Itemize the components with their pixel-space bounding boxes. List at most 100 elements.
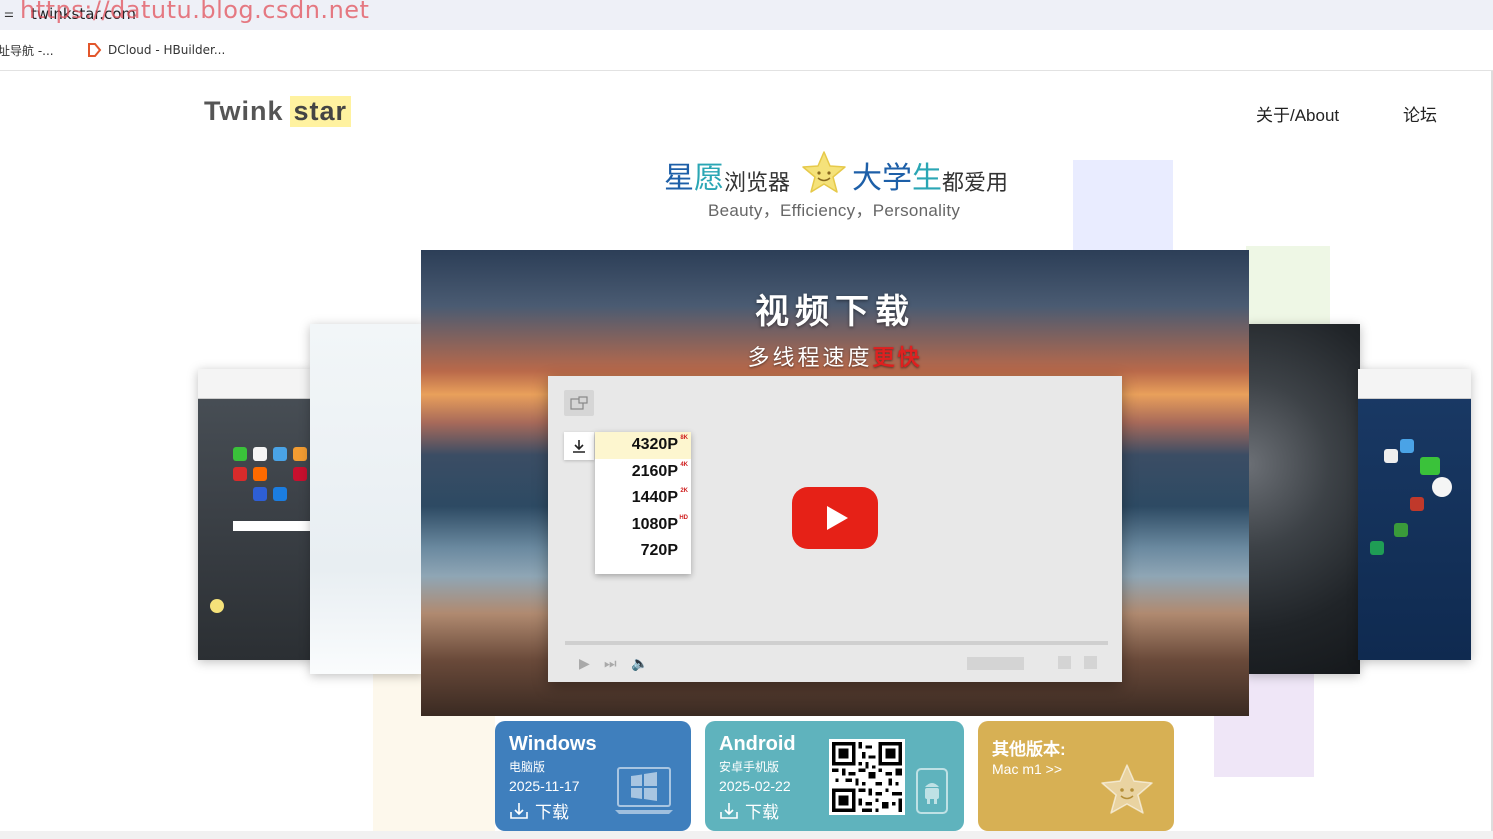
download-card-title: Windows bbox=[509, 733, 597, 755]
quality-option-2160p[interactable]: 2160P 4K bbox=[595, 459, 691, 486]
quality-tag: 8K bbox=[680, 435, 688, 441]
quality-option-1080p[interactable]: 1080P HD bbox=[595, 512, 691, 539]
slogan-subtitle: Beauty，Efficiency，Personality bbox=[708, 201, 961, 220]
download-icon bbox=[573, 440, 585, 453]
app-icon-amazon bbox=[1384, 449, 1398, 463]
youtube-play-icon[interactable] bbox=[792, 487, 878, 549]
star-mini-icon bbox=[210, 599, 224, 613]
slogan-char: 生 bbox=[912, 162, 943, 195]
video-player-mockup: 4320P 8K 2160P 4K 1440P 2K 1080P HD 720P bbox=[548, 376, 1122, 682]
hero-subtitle-text: 多线程速度 bbox=[747, 345, 873, 370]
logo-text-right: star bbox=[289, 96, 352, 127]
other-versions-card[interactable]: 其他版本: Mac m1 >> bbox=[978, 721, 1174, 831]
app-icon-red bbox=[1410, 497, 1424, 511]
quality-label: 4320P bbox=[631, 436, 678, 453]
slogan-char: 大 bbox=[852, 162, 883, 195]
next-icon[interactable]: ⏭ bbox=[604, 655, 617, 672]
quality-label: 720P bbox=[640, 542, 678, 560]
app-icon-taobao bbox=[253, 467, 267, 481]
slogan-char: 愿 bbox=[694, 162, 724, 195]
site-info-icon[interactable]: ⚌ bbox=[4, 7, 18, 21]
app-icon-iqiyi bbox=[1420, 457, 1440, 475]
quality-tag: 4K bbox=[680, 461, 688, 468]
download-label: 下载 bbox=[535, 803, 569, 822]
windows-download-card[interactable]: Windows 电脑版 2025-11-17 下载 bbox=[495, 721, 691, 831]
app-icon-douban bbox=[1370, 541, 1384, 555]
download-icon bbox=[720, 802, 738, 819]
download-card-date: 2025-02-22 bbox=[719, 778, 791, 794]
quality-option-720p[interactable]: 720P bbox=[595, 538, 691, 565]
dcloud-icon bbox=[88, 43, 102, 57]
star-mascot-icon bbox=[1101, 764, 1153, 814]
app-icon-tv bbox=[1400, 439, 1414, 453]
play-triangle bbox=[827, 506, 848, 530]
download-label: 下载 bbox=[745, 803, 779, 822]
bottom-strip bbox=[0, 831, 1493, 839]
app-icon-iqiyi bbox=[233, 447, 247, 461]
app-icon-zhihu bbox=[273, 487, 287, 501]
nav-about-link[interactable]: 关于/About bbox=[1256, 101, 1339, 126]
app-icon-tmall bbox=[233, 467, 247, 481]
carousel-card-right[interactable] bbox=[1246, 324, 1360, 674]
volume-icon[interactable]: 🔈 bbox=[631, 655, 648, 672]
fullscreen-button[interactable] bbox=[1084, 656, 1097, 669]
download-card-title: 其他版本: bbox=[992, 740, 1066, 759]
download-card-kind: 电脑版 bbox=[509, 760, 546, 774]
android-phone-icon bbox=[916, 768, 948, 814]
download-card-date: 2025-11-17 bbox=[509, 778, 580, 794]
hero-subtitle-emphasis: 更快 bbox=[872, 345, 923, 370]
card-search-box bbox=[233, 521, 313, 531]
hero-slide[interactable]: 视频下载 多线程速度更快 4320P 8K 2160P 4K 1440P 2K … bbox=[421, 250, 1249, 716]
bookmarks-bar: 址导航 -... DCloud - HBuilder... bbox=[0, 30, 1493, 71]
quality-tag: HD bbox=[679, 514, 688, 521]
hero-subtitle: 多线程速度更快 bbox=[421, 340, 1249, 372]
bookmark-item-nav[interactable]: 址导航 -... bbox=[0, 42, 54, 59]
address-bar[interactable]: ⚌ twinkstar.com bbox=[0, 0, 1493, 30]
bookmark-item-dcloud[interactable]: DCloud - HBuilder... bbox=[86, 42, 225, 58]
picture-in-picture-icon bbox=[570, 396, 588, 410]
qr-code bbox=[829, 739, 905, 815]
quality-option-1440p[interactable]: 1440P 2K bbox=[595, 485, 691, 512]
site-logo[interactable]: Twink star bbox=[204, 96, 352, 127]
quality-label: 1440P bbox=[631, 489, 678, 507]
mac-m1-link[interactable]: Mac m1 >> bbox=[992, 761, 1062, 777]
quality-label: 1080P bbox=[631, 515, 678, 533]
logo-text-left: Twink bbox=[204, 96, 284, 126]
app-icon-tv bbox=[273, 447, 287, 461]
time-display bbox=[967, 657, 1024, 670]
card-window-bar bbox=[198, 369, 313, 399]
video-progress-bar[interactable] bbox=[565, 641, 1108, 645]
app-icon-baidu bbox=[253, 487, 267, 501]
play-icon[interactable]: ▶ bbox=[579, 655, 590, 672]
settings-button[interactable] bbox=[1058, 656, 1071, 669]
android-download-card[interactable]: Android 安卓手机版 2025-02-22 下载 bbox=[705, 721, 964, 831]
star-mascot-icon bbox=[802, 151, 846, 193]
app-icon-jd bbox=[293, 467, 307, 481]
slogan: 星 愿 浏览器 大 学 生 都爱用 bbox=[664, 149, 1014, 197]
carousel-card-left[interactable] bbox=[310, 324, 425, 674]
app-icon-mango bbox=[293, 447, 307, 461]
nav-forum-link[interactable]: 论坛 bbox=[1403, 101, 1437, 126]
slogan-text: 浏览器 bbox=[724, 170, 791, 195]
quality-menu: 4320P 8K 2160P 4K 1440P 2K 1080P HD 720P bbox=[595, 432, 691, 574]
app-icon-play bbox=[1432, 477, 1452, 497]
quality-option-4320p[interactable]: 4320P 8K bbox=[595, 432, 691, 459]
hero-title: 视频下载 bbox=[755, 293, 915, 331]
address-url[interactable]: twinkstar.com bbox=[31, 5, 136, 23]
app-icon-play bbox=[253, 447, 267, 461]
app-icon-green bbox=[1394, 523, 1408, 537]
qr-code-icon bbox=[832, 742, 902, 812]
windows-download-button[interactable]: 下载 bbox=[509, 798, 569, 823]
carousel-card-far-right[interactable] bbox=[1358, 369, 1471, 660]
download-icon bbox=[510, 802, 528, 819]
page-content: Twink star 关于/About 论坛 星 愿 浏览器 大 学 生 都爱用… bbox=[0, 71, 1493, 831]
card-window-bar bbox=[1358, 369, 1471, 399]
picture-in-picture-button[interactable] bbox=[564, 390, 594, 416]
android-download-button[interactable]: 下载 bbox=[719, 798, 779, 823]
quality-tag: 2K bbox=[680, 488, 688, 495]
carousel-card-far-left[interactable] bbox=[198, 369, 313, 660]
video-download-button[interactable] bbox=[564, 432, 594, 460]
slogan-text: 都爱用 bbox=[942, 170, 1009, 195]
windows-logo-icon bbox=[615, 767, 673, 814]
download-card-kind: 安卓手机版 bbox=[719, 760, 780, 774]
